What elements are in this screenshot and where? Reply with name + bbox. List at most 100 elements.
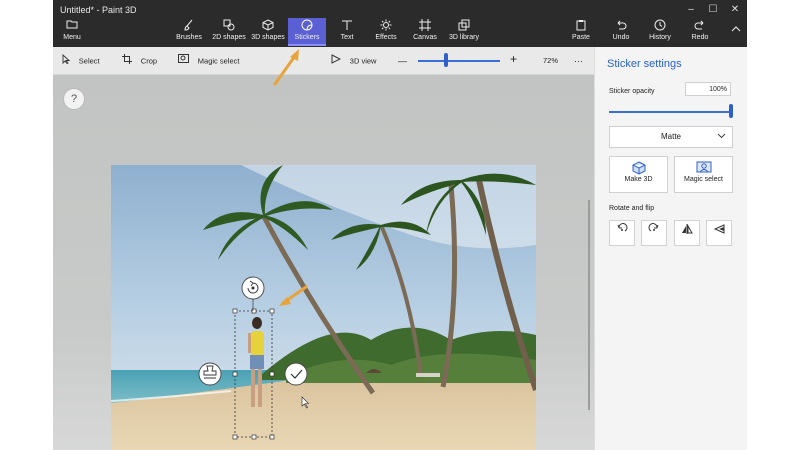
maximize-button[interactable]: ☐ <box>703 2 723 17</box>
rotate-handle[interactable] <box>241 276 265 300</box>
resize-handle[interactable] <box>269 308 275 314</box>
crop-tool-button[interactable]: Crop <box>122 54 157 68</box>
make-3d-label: Make 3D <box>624 176 653 183</box>
panel-title: Sticker settings <box>607 58 682 70</box>
rotate-right-icon <box>648 223 659 232</box>
tool-label: 2D shapes <box>212 34 246 41</box>
undo-button[interactable]: Undo <box>608 18 634 46</box>
opacity-slider-thumb[interactable] <box>729 104 733 118</box>
tool-label: 3D shapes <box>251 34 285 41</box>
sticker-icon <box>288 19 326 33</box>
tool-label: Effects <box>375 34 397 41</box>
chevron-down-icon <box>717 127 726 147</box>
paste-label: Paste <box>572 34 590 41</box>
magic-select-label: Magic select <box>684 176 723 183</box>
tool-canvas[interactable]: Canvas <box>411 18 439 46</box>
crop-icon <box>122 54 135 67</box>
redo-button[interactable]: Redo <box>687 18 713 46</box>
3d-view-label: 3D view <box>349 56 377 66</box>
tool-3d-shapes[interactable]: 3D shapes <box>250 18 286 46</box>
collapse-ribbon-icon[interactable] <box>731 24 741 35</box>
2d-shapes-icon <box>210 19 248 33</box>
select-label: Select <box>78 56 100 66</box>
tool-label: Canvas <box>413 34 437 41</box>
tool-label: Text <box>340 34 354 41</box>
folder-icon <box>53 19 91 33</box>
commit-check-button[interactable] <box>284 362 308 386</box>
3d-shapes-icon <box>250 19 286 33</box>
paste-icon <box>568 19 594 33</box>
opacity-input[interactable]: 100% <box>685 82 731 96</box>
tool-stickers[interactable]: Stickers <box>288 18 326 46</box>
make-3d-button[interactable]: Make 3D <box>609 156 668 193</box>
tool-effects[interactable]: Effects <box>371 18 401 46</box>
beach-photo-canvas[interactable] <box>111 165 536 450</box>
history-icon <box>645 19 675 33</box>
rotate-left-button[interactable] <box>609 220 635 246</box>
window-title: Untitled* - Paint 3D <box>60 5 137 15</box>
cursor-icon <box>62 53 73 67</box>
finish-dropdown[interactable]: Matte <box>609 126 733 148</box>
resize-handle[interactable] <box>269 371 275 377</box>
zoom-level: 72% <box>543 56 559 65</box>
vertical-scrollbar[interactable] <box>588 200 590 410</box>
zoom-in-button[interactable]: + <box>510 52 517 66</box>
zoom-slider-thumb[interactable] <box>444 53 448 67</box>
close-button[interactable]: ✕ <box>725 2 745 17</box>
tool-label: Brushes <box>176 34 202 41</box>
tool-label: Stickers <box>294 34 320 41</box>
tool-3d-library[interactable]: 3D library <box>446 18 482 46</box>
rotate-left-icon <box>617 223 628 232</box>
menu-label: Menu <box>63 34 81 41</box>
3d-view-button[interactable]: 3D view <box>331 54 376 68</box>
magic-select-label: Magic select <box>197 56 240 66</box>
magic-select-tool-button[interactable]: Magic select <box>178 54 239 68</box>
text-icon <box>333 19 361 33</box>
menu-button[interactable]: Menu <box>53 18 91 46</box>
redo-label: Redo <box>691 34 709 41</box>
flip-horizontal-button[interactable] <box>674 220 700 246</box>
canvas-icon <box>411 19 439 33</box>
redo-icon <box>687 19 713 33</box>
flip-vertical-icon <box>713 224 725 234</box>
undo-icon <box>608 19 634 33</box>
top-ribbon: Untitled* - Paint 3D – ☐ ✕ Menu Brushes … <box>53 0 747 47</box>
sticker-settings-panel: Sticker settings Sticker opacity 100% Ma… <box>594 47 747 450</box>
magic-select-icon <box>178 54 192 67</box>
rotate-flip-label: Rotate and flip <box>609 205 655 212</box>
select-tool-button[interactable]: Select <box>62 53 100 68</box>
tool-label: 3D library <box>449 34 479 41</box>
beach-photo <box>111 165 536 450</box>
help-button[interactable]: ? <box>63 88 85 110</box>
tool-text[interactable]: Text <box>333 18 361 46</box>
tool-brushes[interactable]: Brushes <box>172 18 206 46</box>
resize-handle[interactable] <box>232 308 238 314</box>
history-button[interactable]: History <box>645 18 675 46</box>
tool-2d-shapes[interactable]: 2D shapes <box>210 18 248 46</box>
resize-handle[interactable] <box>232 434 238 440</box>
rotate-right-button[interactable] <box>641 220 667 246</box>
magic-select-button[interactable]: Magic select <box>674 156 733 193</box>
resize-handle[interactable] <box>251 434 257 440</box>
more-options-button[interactable]: ··· <box>574 54 583 68</box>
stamp-button[interactable] <box>198 362 222 386</box>
brush-icon <box>172 19 206 33</box>
resize-handle[interactable] <box>251 308 257 314</box>
paste-button[interactable]: Paste <box>568 18 594 46</box>
crop-label: Crop <box>140 56 158 66</box>
zoom-out-button[interactable]: — <box>398 54 407 68</box>
magic-select-icon <box>675 161 732 176</box>
opacity-slider-track[interactable] <box>609 111 733 113</box>
zoom-slider-track[interactable] <box>418 60 500 62</box>
cube-icon <box>610 161 667 176</box>
flip-vertical-button[interactable] <box>706 220 732 246</box>
canvas-toolbar: Select Crop Magic select 3D view — + 72%… <box>53 47 594 75</box>
3d-library-icon <box>446 19 482 33</box>
undo-label: Undo <box>612 34 630 41</box>
3d-view-icon <box>331 54 344 67</box>
annotation-arrow-icon <box>273 49 299 86</box>
resize-handle[interactable] <box>232 371 238 377</box>
resize-handle[interactable] <box>269 434 275 440</box>
paint3d-window: Untitled* - Paint 3D – ☐ ✕ Menu Brushes … <box>53 0 747 450</box>
minimize-button[interactable]: – <box>681 2 701 17</box>
